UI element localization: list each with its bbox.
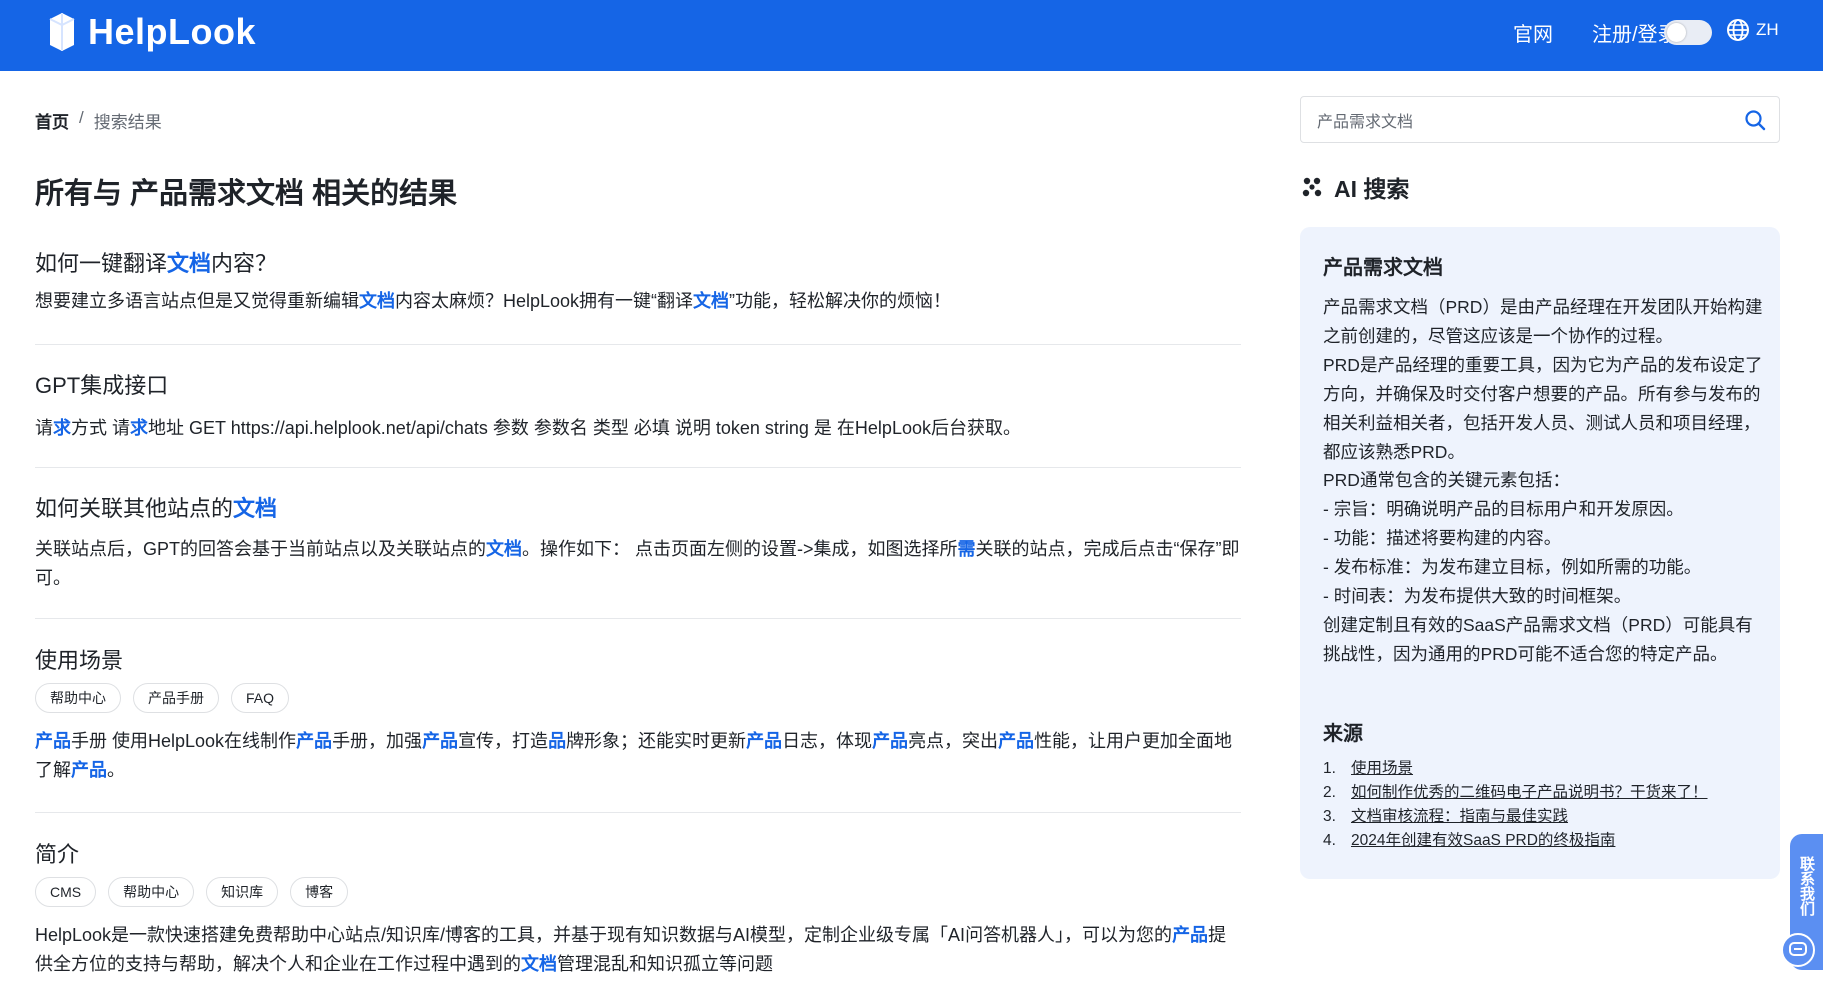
ai-sources-list: 1. 使用场景 2. 如何制作优秀的二维码电子产品说明书？干货来了！ 3. 文档审核流…: [1323, 757, 1763, 853]
result-title[interactable]: 如何关联其他站点的文档: [35, 491, 1241, 535]
theme-toggle[interactable]: [1664, 20, 1712, 45]
contact-us-label: 联系我们: [1798, 856, 1815, 916]
tag-chip[interactable]: 博客: [290, 877, 349, 907]
result-snippet: HelpLook是一款快速搭建免费帮助中心站点/知识库/博客的工具，并基于现有知…: [35, 925, 1227, 974]
top-navigation-bar: HelpLook 官网 注册/登录 ZH: [0, 0, 1823, 71]
result-snippet: 关联站点后，GPT的回答会基于当前站点以及关联站点的文档。操作如下： 点击页面左…: [35, 539, 1240, 588]
theme-toggle-knob: [1667, 23, 1686, 42]
search-box: [1300, 96, 1780, 143]
ai-heading-text: AI 搜索: [1334, 176, 1410, 202]
ai-answer-paragraph: - 发布标准：为发布建立目标，例如所需的功能。: [1323, 557, 1702, 578]
ai-answer-paragraph: 产品需求文档（PRD）是由产品经理在开发团队开始构建之前创建的，尽管这应该是一个…: [1323, 297, 1763, 346]
ai-source-link[interactable]: 文档审核流程：指南与最佳实践: [1351, 805, 1568, 829]
ai-answer-paragraph: PRD是产品经理的重要工具，因为它为产品的发布设定了方向，并确保及时交付客户想要…: [1323, 354, 1763, 462]
logo-cube-icon: [49, 13, 75, 51]
language-switcher[interactable]: ZH: [1726, 18, 1779, 42]
result-tags: 帮助中心 产品手册 FAQ: [35, 683, 1241, 727]
result-title[interactable]: 简介: [35, 837, 1241, 877]
tag-chip[interactable]: 知识库: [206, 877, 279, 907]
tag-chip[interactable]: 帮助中心: [35, 683, 121, 713]
result-title[interactable]: 如何一键翻译文档内容？: [35, 242, 1241, 287]
search-results-list: 如何一键翻译文档内容？ 想要建立多语言站点但是又觉得重新编辑文档内容太麻烦？He…: [35, 242, 1241, 979]
ai-answer-card: 产品需求文档 产品需求文档（PRD）是由产品经理在开发团队开始构建之前创建的，尽…: [1300, 227, 1780, 879]
result-title[interactable]: GPT集成接口: [35, 368, 1241, 414]
logo-text: HelpLook: [88, 11, 257, 52]
search-icon[interactable]: [1743, 108, 1767, 132]
search-result[interactable]: 使用场景 帮助中心 产品手册 FAQ 产品手册 使用HelpLook在线制作产品…: [35, 619, 1241, 813]
breadcrumb: 首页 / 搜索结果: [35, 108, 162, 133]
chat-icon[interactable]: [1781, 933, 1815, 967]
result-snippet: 想要建立多语言站点但是又觉得重新编辑文档内容太麻烦？HelpLook拥有一键“翻…: [35, 291, 952, 311]
search-result[interactable]: 如何关联其他站点的文档 关联站点后，GPT的回答会基于当前站点以及关联站点的文档…: [35, 468, 1241, 619]
ai-answer-paragraph: 创建定制且有效的SaaS产品需求文档（PRD）可能具有挑战性，因为通用的PRD可…: [1323, 614, 1753, 664]
ai-answer-paragraph: - 功能：描述将要构建的内容。: [1323, 528, 1562, 549]
breadcrumb-separator: /: [79, 108, 84, 127]
tag-chip[interactable]: 产品手册: [133, 683, 219, 713]
tag-chip[interactable]: 帮助中心: [108, 877, 195, 907]
tag-chip[interactable]: CMS: [35, 877, 97, 907]
result-snippet: 请求方式 请求地址 GET https://api.helplook.net/a…: [35, 418, 1021, 438]
site-logo[interactable]: HelpLook: [46, 9, 256, 55]
search-result[interactable]: 简介 CMS 帮助中心 知识库 博客 HelpLook是一款快速搭建免费帮助中心…: [35, 813, 1241, 979]
search-result[interactable]: GPT集成接口 请求方式 请求地址 GET https://api.helplo…: [35, 345, 1241, 468]
tag-chip[interactable]: FAQ: [231, 683, 290, 713]
ai-answer-paragraph: - 时间表：为发布提供大致的时间框架。: [1323, 586, 1632, 607]
search-input[interactable]: [1317, 109, 1717, 131]
language-label: ZH: [1756, 20, 1779, 39]
result-title[interactable]: 使用场景: [35, 643, 1241, 683]
search-result[interactable]: 如何一键翻译文档内容？ 想要建立多语言站点但是又觉得重新编辑文档内容太麻烦？He…: [35, 242, 1241, 345]
ai-card-title: 产品需求文档: [1323, 257, 1443, 279]
ai-source-item: 2. 如何制作优秀的二维码电子产品说明书？干货来了！: [1323, 781, 1763, 805]
ai-source-link[interactable]: 如何制作优秀的二维码电子产品说明书？干货来了！: [1351, 781, 1708, 805]
nav-link-official-site[interactable]: 官网: [1513, 18, 1553, 47]
chat-bubble-icon: [1789, 942, 1807, 956]
globe-icon: [1727, 19, 1749, 41]
result-tags: CMS 帮助中心 知识库 博客: [35, 877, 1241, 921]
ai-source-item: 3. 文档审核流程：指南与最佳实践: [1323, 805, 1763, 829]
ai-sparkle-icon: [1302, 177, 1322, 197]
ai-source-link[interactable]: 2024年创建有效SaaS PRD的终极指南: [1351, 829, 1615, 853]
breadcrumb-home[interactable]: 首页: [35, 108, 69, 133]
ai-source-link[interactable]: 使用场景: [1351, 757, 1413, 781]
breadcrumb-current: 搜索结果: [93, 113, 162, 132]
ai-source-item: 1. 使用场景: [1323, 757, 1763, 781]
ai-answer-paragraph: - 宗旨：明确说明产品的目标用户和开发原因。: [1323, 499, 1684, 520]
page-title: 所有与 产品需求文档 相关的结果: [35, 178, 458, 210]
result-snippet: 产品手册 使用HelpLook在线制作产品手册，加强产品宣传，打造品牌形象；还能…: [35, 731, 1233, 780]
ai-answer-paragraph: PRD通常包含的关键元素包括：: [1323, 470, 1570, 491]
ai-search-heading: AI 搜索: [1300, 170, 1409, 204]
ai-source-item: 4. 2024年创建有效SaaS PRD的终极指南: [1323, 829, 1763, 853]
ai-sources-label: 来源: [1323, 723, 1363, 745]
ai-answer-body: 产品需求文档（PRD）是由产品经理在开发团队开始构建之前创建的，尽管这应该是一个…: [1323, 293, 1763, 669]
